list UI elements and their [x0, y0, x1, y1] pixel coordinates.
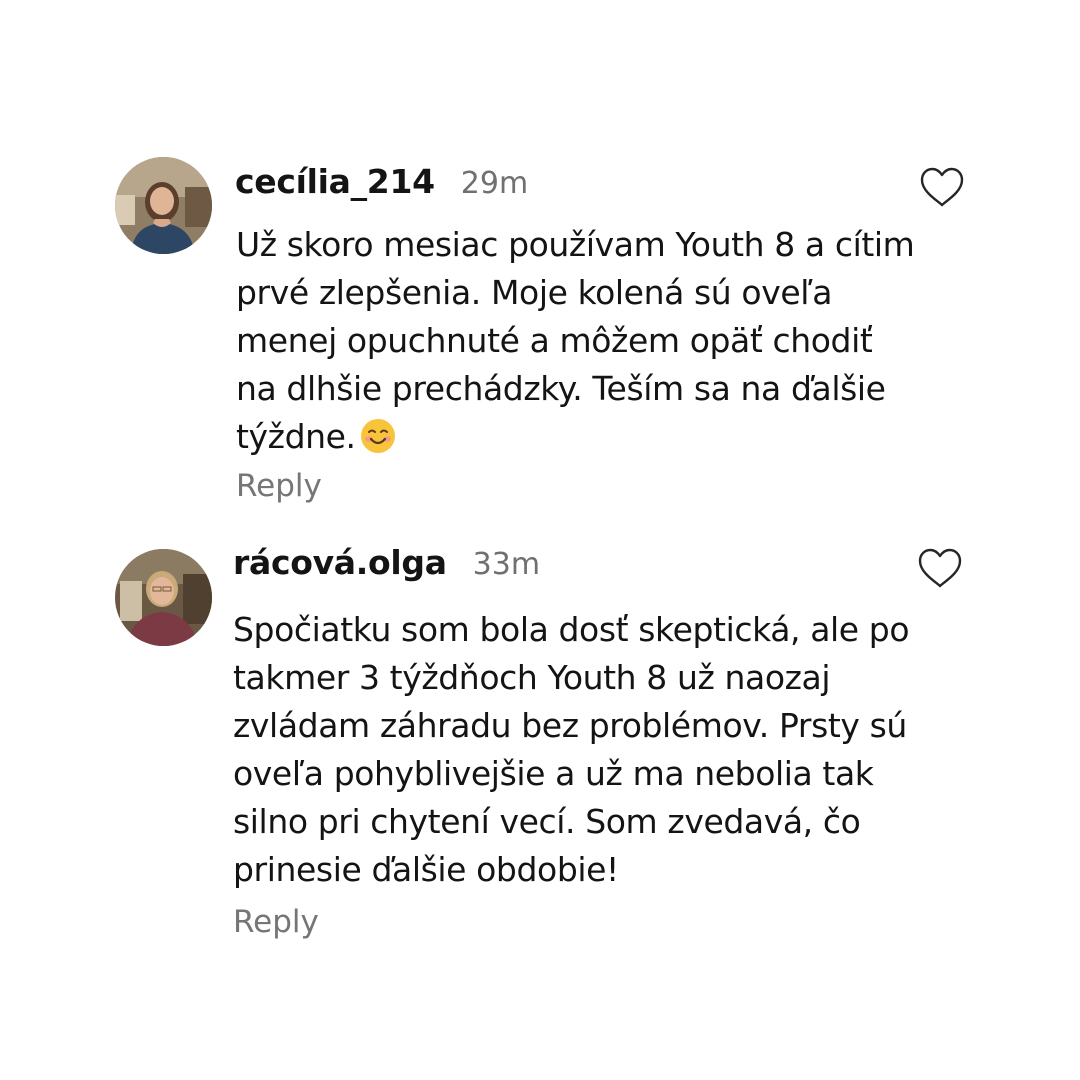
- username[interactable]: cecília_214: [235, 162, 435, 201]
- heart-outline-icon: [918, 548, 962, 588]
- comment-header: rácová.olga 33m: [233, 543, 540, 593]
- timestamp: 33m: [472, 547, 541, 582]
- like-button[interactable]: [917, 547, 963, 589]
- username[interactable]: rácová.olga: [233, 543, 447, 582]
- comment-text: Už skoro mesiac používam Youth 8 a cítim…: [236, 221, 996, 461]
- comment-header: cecília_214 29m: [235, 162, 528, 212]
- comment-text: Spočiatku som bola dosť skeptická, ale p…: [233, 610, 910, 889]
- comment-body: Už skoro mesiac používam Youth 8 a cítim…: [236, 225, 915, 456]
- avatar[interactable]: [115, 549, 212, 646]
- heart-outline-icon: [920, 167, 964, 207]
- timestamp: 29m: [460, 166, 529, 201]
- smiling-face-icon: [360, 419, 395, 453]
- avatar-photo: [115, 157, 212, 254]
- reply-button[interactable]: Reply: [236, 468, 322, 504]
- like-button[interactable]: [919, 166, 965, 208]
- avatar-photo: [115, 549, 212, 646]
- reply-button[interactable]: Reply: [233, 904, 319, 940]
- avatar[interactable]: [115, 157, 212, 254]
